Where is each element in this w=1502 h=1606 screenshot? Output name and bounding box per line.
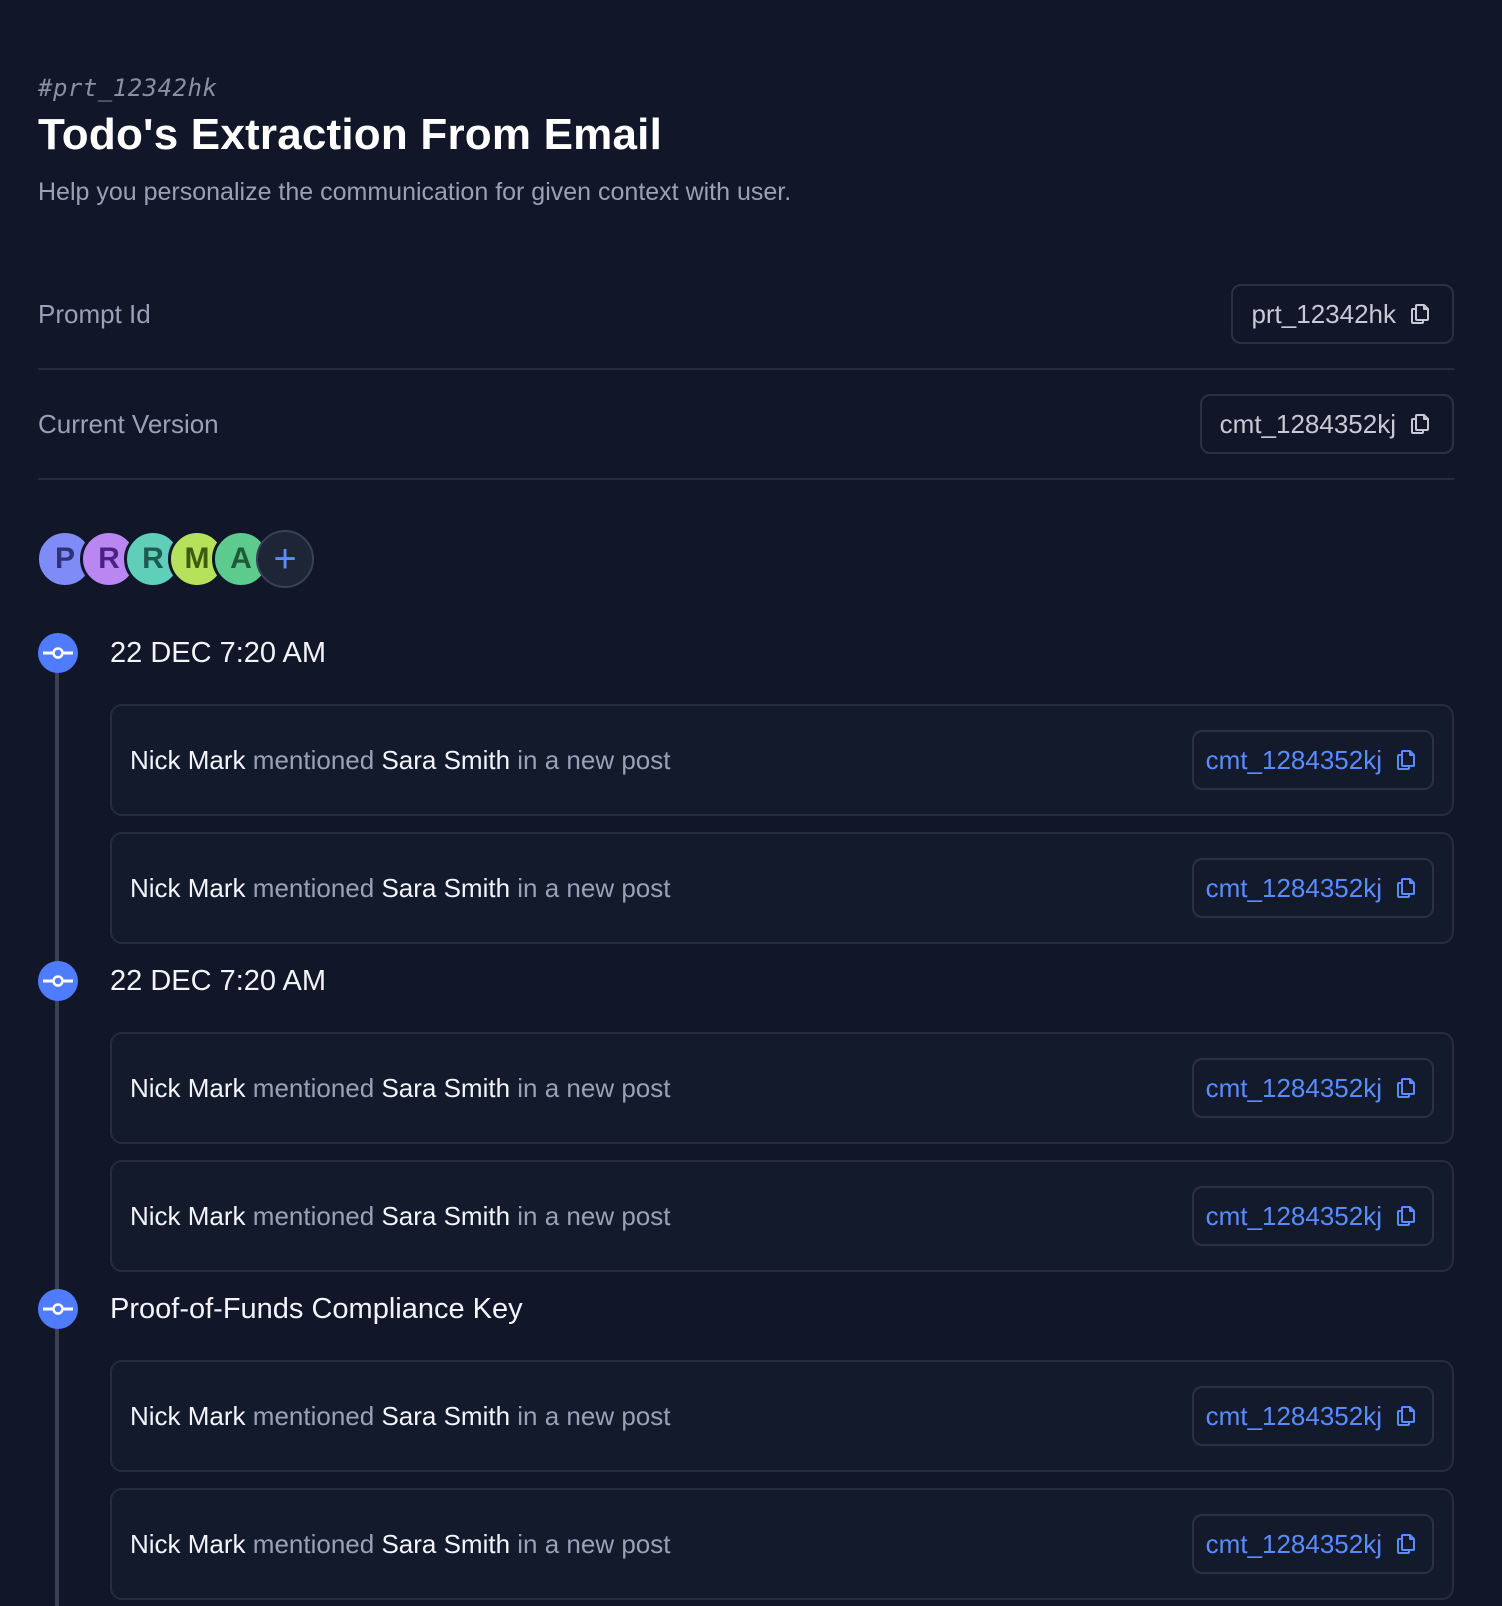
activity-text: Nick Mark mentioned Sara Smith in a new … (130, 1201, 670, 1232)
commit-id: cmt_1284352kj (1205, 872, 1382, 903)
activity-text: Nick Mark mentioned Sara Smith in a new … (130, 1073, 670, 1104)
current-version-label: Current Version (38, 408, 219, 439)
activity-verb: mentioned (245, 1400, 382, 1431)
prompt-id-row: Prompt Id prt_12342hk (38, 260, 1454, 370)
copy-icon (1394, 876, 1418, 900)
current-version-value: cmt_1284352kj (1219, 408, 1396, 439)
activity-suffix: in a new post (510, 872, 671, 903)
actor-name[interactable]: Nick Mark (130, 1401, 246, 1431)
copy-icon (1408, 412, 1432, 436)
activity-card: Nick Mark mentioned Sara Smith in a new … (110, 1360, 1454, 1472)
activity-suffix: in a new post (510, 1072, 671, 1103)
copy-icon (1394, 748, 1418, 772)
activity-card: Nick Mark mentioned Sara Smith in a new … (110, 1160, 1454, 1272)
target-name[interactable]: Sara Smith (381, 1401, 510, 1431)
copy-icon (1394, 1076, 1418, 1100)
prompt-id-value: prt_12342hk (1251, 298, 1396, 329)
commit-id: cmt_1284352kj (1205, 1528, 1382, 1559)
commit-copy-button[interactable]: cmt_1284352kj (1191, 1386, 1434, 1446)
activity-suffix: in a new post (510, 744, 671, 775)
actor-name[interactable]: Nick Mark (130, 745, 246, 775)
timeline-section-header: 22 DEC 7:20 AM (38, 960, 326, 1002)
commit-id: cmt_1284352kj (1205, 1200, 1382, 1231)
actor-name[interactable]: Nick Mark (130, 1529, 246, 1559)
activity-verb: mentioned (245, 744, 382, 775)
target-name[interactable]: Sara Smith (381, 873, 510, 903)
activity-text: Nick Mark mentioned Sara Smith in a new … (130, 1529, 670, 1560)
actor-name[interactable]: Nick Mark (130, 1201, 246, 1231)
activity-suffix: in a new post (510, 1400, 671, 1431)
git-commit-icon (38, 633, 78, 673)
activity-text: Nick Mark mentioned Sara Smith in a new … (130, 745, 670, 776)
activity-card: Nick Mark mentioned Sara Smith in a new … (110, 832, 1454, 944)
timeline-section-title: 22 DEC 7:20 AM (110, 636, 326, 669)
commit-copy-button[interactable]: cmt_1284352kj (1191, 1058, 1434, 1118)
current-version-row: Current Version cmt_1284352kj (38, 370, 1454, 480)
git-commit-icon (38, 1289, 78, 1329)
commit-copy-button[interactable]: cmt_1284352kj (1191, 730, 1434, 790)
activity-verb: mentioned (245, 1072, 382, 1103)
actor-name[interactable]: Nick Mark (130, 873, 246, 903)
activity-card: Nick Mark mentioned Sara Smith in a new … (110, 1032, 1454, 1144)
page-title: Todo's Extraction From Email (38, 110, 663, 159)
target-name[interactable]: Sara Smith (381, 1201, 510, 1231)
timeline-section-header: 22 DEC 7:20 AM (38, 632, 326, 674)
collaborator-avatars: P R R M A + (36, 530, 314, 588)
git-commit-icon (38, 961, 78, 1001)
target-name[interactable]: Sara Smith (381, 745, 510, 775)
activity-verb: mentioned (245, 1528, 382, 1559)
timeline-section-title: 22 DEC 7:20 AM (110, 964, 326, 997)
add-collaborator-button[interactable]: + (256, 530, 314, 588)
prompt-detail-page: #prt_12342hk Todo's Extraction From Emai… (0, 0, 1502, 1606)
activity-card: Nick Mark mentioned Sara Smith in a new … (110, 704, 1454, 816)
current-version-copy-button[interactable]: cmt_1284352kj (1199, 394, 1454, 454)
activity-verb: mentioned (245, 1200, 382, 1231)
copy-icon (1394, 1532, 1418, 1556)
timeline-section-header: Proof-of-Funds Compliance Key (38, 1288, 523, 1330)
commit-copy-button[interactable]: cmt_1284352kj (1191, 1514, 1434, 1574)
activity-suffix: in a new post (510, 1200, 671, 1231)
commit-copy-button[interactable]: cmt_1284352kj (1191, 858, 1434, 918)
prompt-id-label: Prompt Id (38, 298, 151, 329)
activity-card: Nick Mark mentioned Sara Smith in a new … (110, 1488, 1454, 1600)
copy-icon (1408, 302, 1432, 326)
activity-suffix: in a new post (510, 1528, 671, 1559)
actor-name[interactable]: Nick Mark (130, 1073, 246, 1103)
target-name[interactable]: Sara Smith (381, 1529, 510, 1559)
activity-text: Nick Mark mentioned Sara Smith in a new … (130, 873, 670, 904)
copy-icon (1394, 1404, 1418, 1428)
prompt-id-copy-button[interactable]: prt_12342hk (1231, 284, 1454, 344)
activity-verb: mentioned (245, 872, 382, 903)
timeline-line (55, 660, 59, 1606)
prompt-tag: #prt_12342hk (38, 74, 218, 102)
commit-id: cmt_1284352kj (1205, 1072, 1382, 1103)
target-name[interactable]: Sara Smith (381, 1073, 510, 1103)
commit-id: cmt_1284352kj (1205, 1400, 1382, 1431)
copy-icon (1394, 1204, 1418, 1228)
timeline-section-title: Proof-of-Funds Compliance Key (110, 1292, 523, 1325)
activity-text: Nick Mark mentioned Sara Smith in a new … (130, 1401, 670, 1432)
page-subtitle: Help you personalize the communication f… (38, 178, 792, 206)
commit-copy-button[interactable]: cmt_1284352kj (1191, 1186, 1434, 1246)
commit-id: cmt_1284352kj (1205, 744, 1382, 775)
